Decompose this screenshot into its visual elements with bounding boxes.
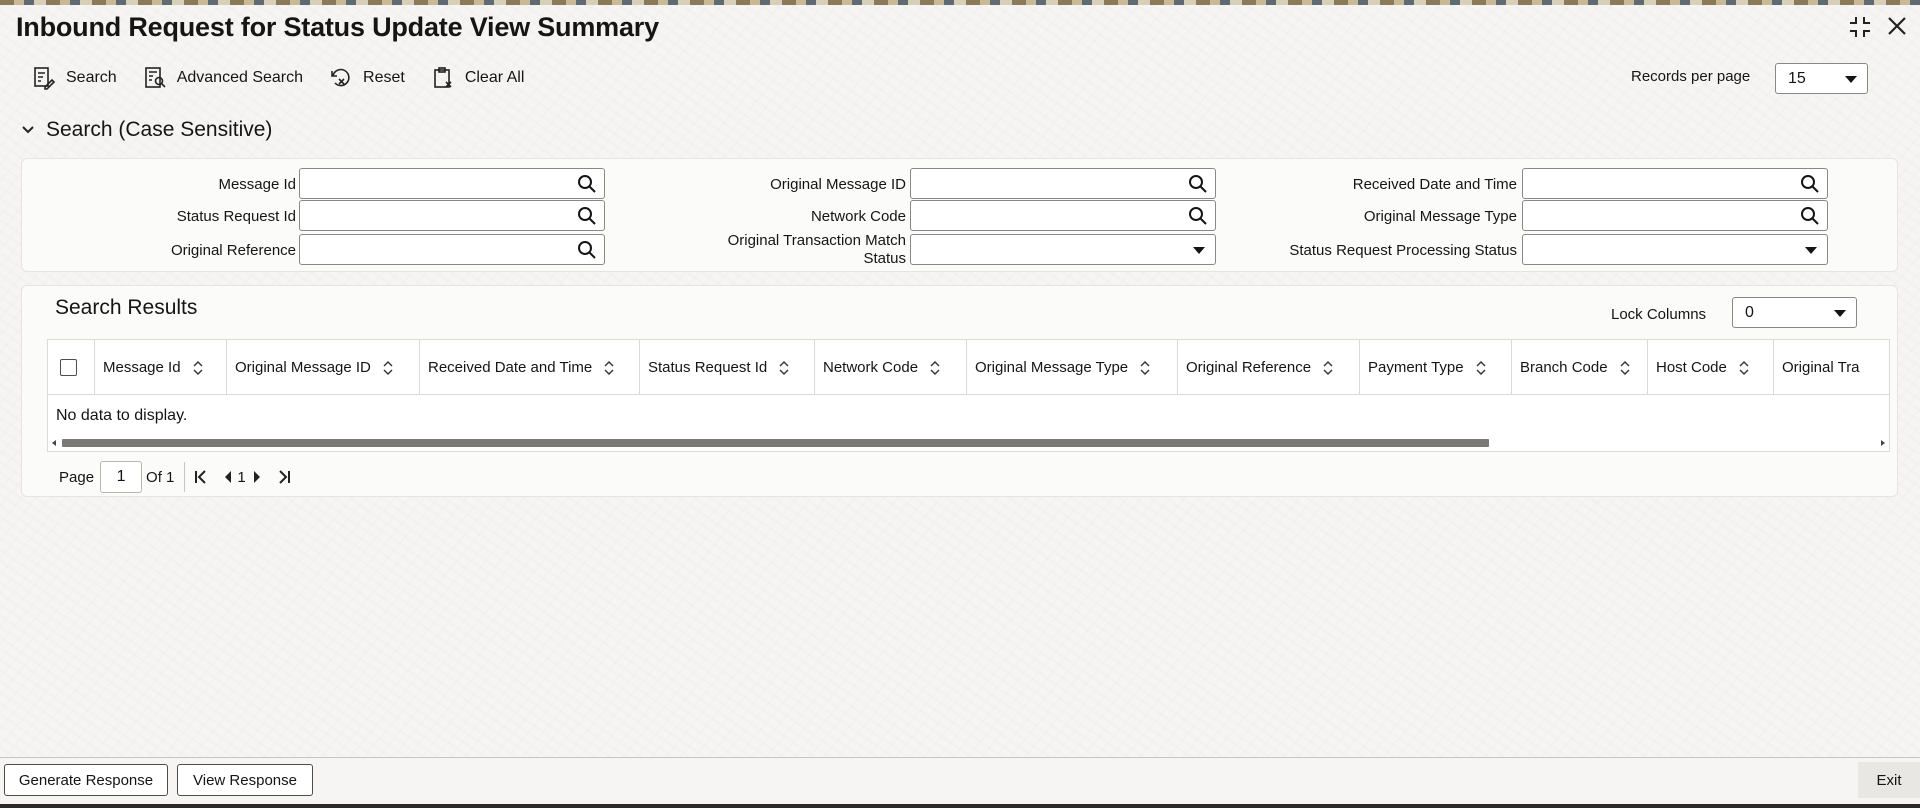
view-response-button[interactable]: View Response [177, 764, 313, 796]
network-code-input[interactable] [910, 200, 1216, 231]
search-section-label: Search (Case Sensitive) [46, 118, 273, 141]
next-page-icon[interactable] [252, 470, 262, 484]
chevron-down-icon [1805, 247, 1817, 254]
sort-icon [1620, 360, 1630, 375]
column-header[interactable]: Network Code [815, 340, 967, 395]
last-page-icon[interactable] [276, 469, 292, 485]
search-icon[interactable] [1800, 174, 1820, 194]
column-header[interactable]: Original Message Type [967, 340, 1178, 395]
records-per-page-select[interactable]: 15 [1775, 63, 1868, 94]
column-header[interactable]: Original Tra [1774, 340, 1889, 395]
lock-columns-label: Lock Columns [1611, 306, 1707, 323]
previous-page-icon[interactable] [223, 470, 233, 484]
reset-icon [331, 68, 350, 87]
generate-response-button[interactable]: Generate Response [4, 764, 168, 796]
sort-icon [1476, 360, 1486, 375]
sort-icon [1140, 360, 1150, 375]
minimize-collapse-icon[interactable] [1848, 15, 1872, 43]
scroll-right-icon[interactable] [1881, 440, 1885, 446]
page-title: Inbound Request for Status Update View S… [16, 12, 659, 42]
original-message-id-label: Original Message ID [770, 176, 906, 193]
original-message-type-label: Original Message Type [1363, 208, 1517, 225]
window-controls [1848, 15, 1908, 43]
footer-bar: Generate Response View Response Exit [0, 757, 1920, 804]
first-page-icon[interactable] [193, 469, 209, 485]
clear-all-icon [434, 67, 452, 88]
chevron-down-icon [1193, 247, 1205, 254]
advanced-search-button[interactable]: Advanced Search [143, 66, 303, 90]
message-id-input[interactable] [299, 168, 605, 199]
search-criteria-panel: Message Id Status Request Id Original Re… [21, 158, 1898, 272]
search-doc-icon [34, 67, 56, 90]
no-data-message: No data to display. [56, 407, 188, 424]
sort-icon [1323, 360, 1333, 375]
clear-all-button[interactable]: Clear All [431, 66, 524, 90]
column-header[interactable]: Payment Type [1360, 340, 1512, 395]
search-icon[interactable] [577, 206, 597, 226]
search-section-toggle[interactable]: Search (Case Sensitive) [20, 118, 272, 142]
status-request-processing-status-select[interactable] [1522, 234, 1828, 265]
results-table: Message Id Original Message ID Received … [47, 339, 1890, 452]
scrollbar-thumb[interactable] [62, 439, 1489, 447]
search-icon[interactable] [577, 240, 597, 260]
original-reference-label: Original Reference [170, 242, 296, 259]
column-header[interactable]: Host Code [1648, 340, 1774, 395]
sort-icon [383, 360, 393, 375]
search-results-title: Search Results [55, 296, 198, 319]
pagination: Page 1 Of 1 1 [59, 461, 292, 493]
search-icon[interactable] [1800, 206, 1820, 226]
chevron-down-icon [1834, 309, 1846, 317]
sort-icon [604, 360, 614, 375]
chevron-down-icon [1845, 75, 1857, 83]
lock-columns-select[interactable]: 0 [1732, 297, 1857, 328]
advanced-search-icon [144, 67, 166, 88]
chevron-down-icon [22, 126, 34, 134]
column-header[interactable]: Message Id [95, 340, 227, 395]
sort-icon [930, 360, 940, 375]
original-transaction-match-status-select[interactable] [910, 234, 1216, 265]
table-header-row: Message Id Original Message ID Received … [48, 340, 1889, 395]
network-code-label: Network Code [810, 208, 906, 225]
close-icon[interactable] [1886, 15, 1908, 43]
status-request-id-label: Status Request Id [176, 208, 296, 225]
sort-icon [193, 360, 203, 375]
search-results-panel: Search Results Lock Columns 0 Message Id… [21, 285, 1898, 497]
exit-button[interactable]: Exit [1858, 762, 1920, 798]
select-all-cell [48, 340, 95, 395]
original-message-id-input[interactable] [910, 168, 1216, 199]
page-number-input[interactable]: 1 [100, 461, 143, 493]
received-date-time-input[interactable] [1522, 168, 1828, 199]
column-header[interactable]: Original Message ID [227, 340, 420, 395]
search-icon[interactable] [1188, 206, 1208, 226]
search-icon[interactable] [577, 174, 597, 194]
page-label: Page [59, 468, 95, 486]
original-message-type-input[interactable] [1522, 200, 1828, 231]
column-header[interactable]: Received Date and Time [420, 340, 640, 395]
horizontal-scrollbar[interactable] [48, 435, 1889, 451]
column-header[interactable]: Original Reference [1178, 340, 1360, 395]
bottom-edge [0, 804, 1920, 808]
current-page-number: 1 [237, 468, 246, 486]
scroll-left-icon[interactable] [52, 440, 56, 446]
status-request-id-input[interactable] [299, 200, 605, 231]
page-of-label: Of 1 [146, 468, 175, 486]
original-reference-input[interactable] [299, 234, 605, 265]
reset-button[interactable]: Reset [329, 66, 405, 90]
search-icon[interactable] [1188, 174, 1208, 194]
status-request-processing-status-label: Status Request Processing Status [1289, 242, 1517, 259]
received-date-time-label: Received Date and Time [1352, 176, 1517, 193]
column-header[interactable]: Status Request Id [640, 340, 815, 395]
sort-icon [1739, 360, 1749, 375]
toolbar: Search Advanced Search Reset Clear All [32, 66, 524, 90]
pager-divider [184, 462, 186, 492]
column-header[interactable]: Branch Code [1512, 340, 1648, 395]
select-all-checkbox[interactable] [60, 359, 77, 376]
original-transaction-match-status-label: Original Transaction Match Status [727, 232, 906, 267]
sort-icon [779, 360, 789, 375]
search-button[interactable]: Search [32, 66, 117, 90]
message-id-label: Message Id [218, 176, 296, 193]
records-per-page-label: Records per page [1631, 68, 1751, 85]
